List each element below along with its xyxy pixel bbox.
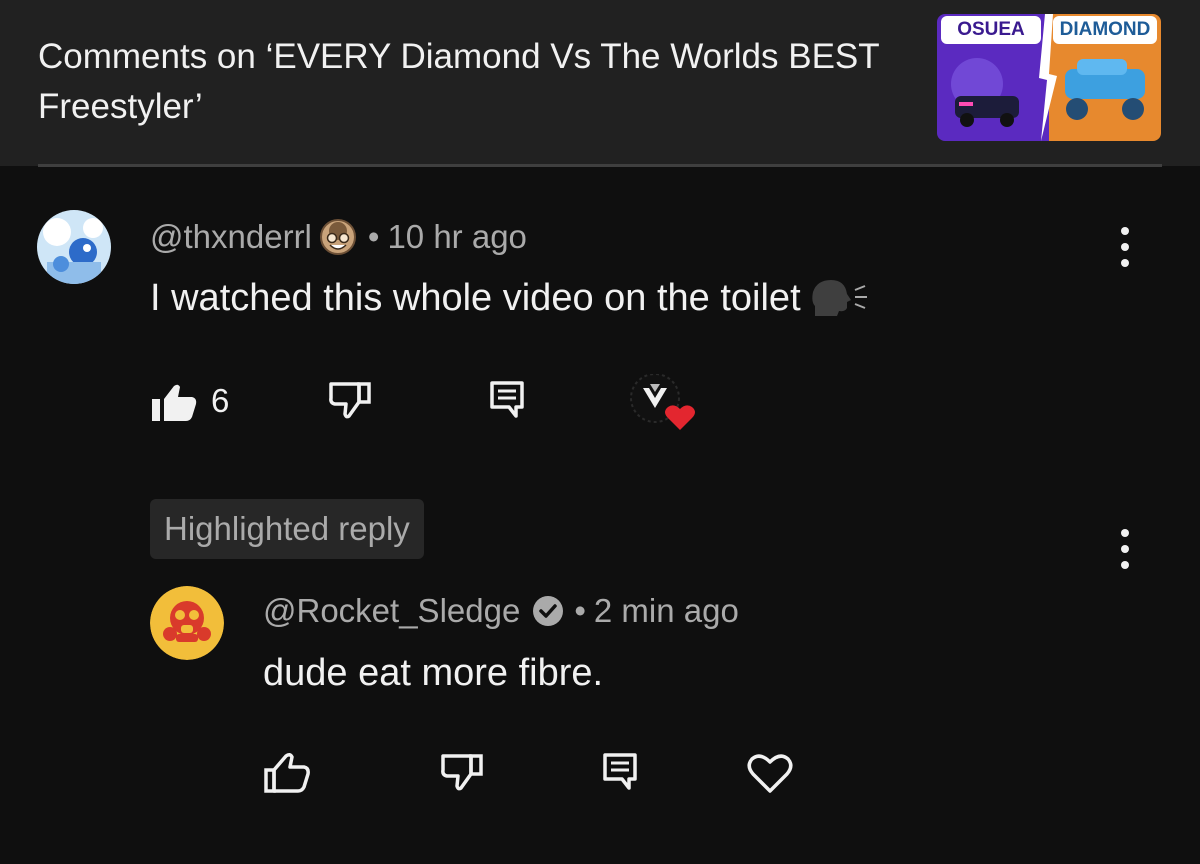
heart-icon [665, 405, 695, 430]
reply-more-button[interactable] [1119, 529, 1131, 569]
thumbs-down-icon[interactable] [439, 752, 485, 792]
thumbs-down-icon[interactable] [327, 380, 373, 420]
like-count: 6 [211, 382, 230, 419]
member-badge-icon [318, 217, 358, 257]
reply-avatar[interactable] [150, 586, 224, 660]
header-divider [38, 164, 1162, 167]
comments-header: Comments on ‘EVERY Diamond Vs The Worlds… [0, 0, 1200, 166]
comment-meta: @thxnderrl • 10 hr ago [150, 215, 527, 259]
verified-icon [532, 595, 564, 627]
comment-body: I watched this whole video on the toilet [150, 275, 871, 321]
reply-body: dude eat more fibre. [263, 650, 603, 696]
more-vert-icon [1121, 227, 1129, 235]
comment-more-button[interactable] [1119, 227, 1131, 267]
heart-icon[interactable] [746, 752, 794, 794]
reply-meta: @Rocket_Sledge • 2 min ago [263, 589, 739, 633]
thumbs-up-icon[interactable] [263, 752, 311, 794]
more-vert-icon [1121, 529, 1129, 537]
reply-icon[interactable] [602, 752, 638, 792]
video-thumbnail[interactable]: OSUEA DIAMOND [937, 14, 1161, 141]
creator-heart [630, 373, 696, 432]
commenter-avatar[interactable] [37, 210, 111, 284]
commenter-handle[interactable]: @thxnderrl [150, 218, 312, 256]
meta-separator: • [574, 592, 586, 629]
reply-icon[interactable] [489, 380, 525, 420]
thumbnail-right-label: DIAMOND [1059, 19, 1151, 40]
comment-text: I watched this whole video on the toilet [150, 276, 801, 319]
meta-separator: • [367, 218, 380, 255]
reply-timestamp: 2 min ago [593, 592, 739, 629]
thumbs-up-icon[interactable] [150, 383, 198, 423]
speaking-head-icon [809, 276, 871, 320]
thumbnail-left-label: OSUEA [957, 19, 1025, 40]
highlighted-reply-badge: Highlighted reply [150, 499, 424, 559]
comment-timestamp: 10 hr ago [387, 218, 527, 255]
reply-handle[interactable]: @Rocket_Sledge [263, 592, 520, 630]
video-title: Comments on ‘EVERY Diamond Vs The Worlds… [38, 37, 880, 126]
reply-text: dude eat more fibre. [263, 651, 604, 694]
